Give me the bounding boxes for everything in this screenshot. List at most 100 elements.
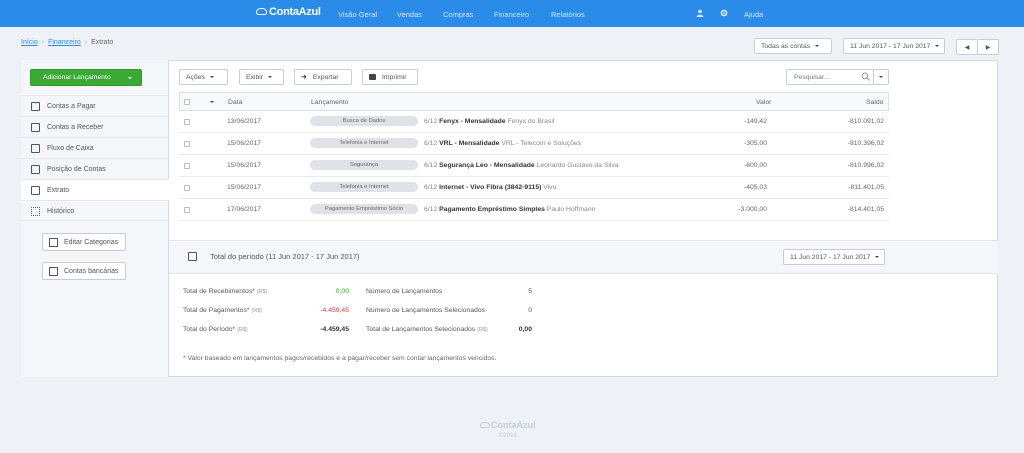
date-range-picker[interactable]: 11 Jun 2017 - 17 Jun 2017 [843, 38, 945, 54]
column-header-value[interactable]: Valor [756, 99, 771, 106]
footer-logo: ContaAzul [480, 420, 536, 430]
row-balance: -810.396,02 [847, 140, 884, 147]
summary-footnote: * Valor baseado em lançamentos pagos/rec… [183, 355, 497, 362]
cashflow-icon [31, 144, 40, 153]
sidebar-item-fluxo-de-caixa[interactable]: Fluxo de Caixa [21, 137, 169, 158]
print-button[interactable]: Imprimir [362, 69, 418, 85]
selected-total-value: 0,00 [518, 326, 532, 333]
nav-vendas[interactable]: Vendas [397, 10, 422, 19]
row-description[interactable]: 6/12 VRL - Mensalidade VRL - Telecom e S… [424, 140, 581, 147]
top-navbar: ContaAzul Visão Geral Vendas Compras Fin… [0, 0, 1024, 27]
entries-count-value: 5 [528, 288, 532, 295]
calculator-icon [188, 252, 197, 261]
table-row[interactable]: 15/06/2017 Telefonia e Internet 6/12 Int… [179, 177, 889, 199]
cloud-logo-icon [480, 422, 490, 428]
history-icon [31, 207, 40, 216]
breadcrumb-separator: › [41, 39, 45, 46]
table-row[interactable]: 15/06/2017 Segurança 6/12 Segurança Leo … [179, 155, 889, 177]
search-options-dropdown[interactable] [873, 69, 889, 85]
chevron-right-icon: ▶ [985, 45, 991, 51]
table-row[interactable]: 17/06/2017 Pagamento Empréstimo Sócio 6/… [179, 199, 889, 221]
row-checkbox[interactable] [184, 141, 190, 147]
summary-title: Total do período (11 Jun 2017 - 17 Jun 2… [210, 252, 360, 261]
statement-icon [31, 186, 40, 195]
category-tag: Telefonia e Internet [310, 182, 418, 192]
selected-count-label: Número de Lançamentos Selecionados [366, 307, 486, 314]
search-box[interactable] [786, 69, 874, 85]
select-all-checkbox[interactable] [184, 99, 190, 105]
chevron-down-icon [268, 76, 272, 78]
chevron-down-icon [815, 45, 820, 47]
add-entry-button[interactable]: Adicionar Lançamento [30, 69, 142, 86]
column-header-entry[interactable]: Lançamento [311, 99, 348, 106]
receipts-label: Total de Recebimentos* (R$) [183, 288, 268, 295]
chevron-down-icon [128, 77, 132, 79]
nav-compras[interactable]: Compras [443, 10, 473, 19]
row-date: 15/06/2017 [227, 184, 262, 191]
payable-icon [31, 102, 40, 111]
sidebar-item-posicao-de-contas[interactable]: Posição de Contas [21, 158, 169, 179]
next-period-button[interactable]: ▶ [977, 39, 999, 55]
printer-icon [369, 74, 376, 80]
edit-categories-button[interactable]: Editar Categorias [42, 233, 126, 251]
period-total-label: Total do Período* (R$) [183, 326, 248, 333]
row-checkbox[interactable] [184, 185, 190, 191]
row-description[interactable]: 6/12 Fenyx - Mensalidade Fenyx do Brasil [424, 118, 554, 125]
search-input[interactable] [787, 70, 857, 84]
nav-relatorios[interactable]: Relatórios [551, 10, 585, 19]
selected-count-value: 0 [528, 307, 532, 314]
sidebar-item-historico[interactable]: Histórico [21, 200, 169, 221]
actions-dropdown[interactable]: Ações [179, 69, 228, 85]
row-description[interactable]: 6/12 Segurança Leo - Mensalidade Leonard… [424, 162, 619, 169]
row-value: -405,03 [743, 184, 767, 191]
row-value: -149,42 [743, 118, 767, 125]
bank-accounts-icon [49, 267, 58, 276]
nav-visao-geral[interactable]: Visão Geral [338, 10, 377, 19]
brand-logo[interactable]: ContaAzul [256, 6, 321, 18]
table-row[interactable]: 13/06/2017 Busca de Dados 6/12 Fenyx - M… [179, 111, 889, 133]
column-header-date[interactable]: Data [228, 99, 242, 106]
user-icon[interactable] [696, 9, 704, 17]
summary-date-range-picker[interactable]: 11 Jun 2017 - 17 Jun 2017 [783, 249, 885, 265]
row-balance: -810.996,02 [847, 162, 884, 169]
previous-period-button[interactable]: ◀ [956, 39, 978, 55]
row-description[interactable]: 6/12 Internet - Vivo Fibra (3842-9115) V… [424, 184, 556, 191]
export-arrow-icon: ➜ [301, 74, 307, 81]
gear-icon[interactable] [720, 9, 728, 17]
show-dropdown[interactable]: Exibir [239, 69, 284, 85]
entries-count-label: Número de Lançamentos [366, 288, 443, 295]
row-value: -3.000,00 [738, 206, 767, 213]
row-checkbox[interactable] [184, 207, 190, 213]
help-link[interactable]: Ajuda [744, 10, 763, 19]
breadcrumb-financeiro[interactable]: Financeiro [48, 39, 81, 46]
sidebar-item-contas-a-receber[interactable]: Contas a Receber [21, 116, 169, 137]
payments-value: -4.459,45 [320, 307, 349, 314]
categories-icon [49, 238, 58, 247]
sidebar-item-contas-a-pagar[interactable]: Contas a Pagar [21, 95, 169, 116]
nav-financeiro[interactable]: Financeiro [494, 10, 529, 19]
table-row[interactable]: 15/06/2017 Telefonia e Internet 6/12 VRL… [179, 133, 889, 155]
accounts-position-icon [31, 165, 40, 174]
breadcrumb-inicio[interactable]: Início [21, 39, 38, 46]
sort-arrow-icon[interactable] [210, 101, 214, 103]
row-checkbox[interactable] [184, 119, 190, 125]
row-balance: -810.091,02 [847, 118, 884, 125]
row-balance: -814.401,05 [847, 206, 884, 213]
row-description[interactable]: 6/12 Pagamento Empréstimo Simples Paulo … [424, 206, 595, 213]
export-button[interactable]: ➜ Exportar [294, 69, 352, 85]
search-icon[interactable] [861, 72, 870, 83]
receivable-icon [31, 123, 40, 132]
row-date: 15/06/2017 [227, 162, 262, 169]
receipts-value: 0,00 [335, 288, 349, 295]
footer-copyright: ©2016 [499, 433, 517, 439]
chevron-down-icon [875, 256, 880, 258]
category-tag: Busca de Dados [310, 116, 418, 126]
row-checkbox[interactable] [184, 163, 190, 169]
column-header-balance[interactable]: Saldo [866, 99, 883, 106]
chevron-down-icon [879, 76, 883, 78]
sidebar-item-extrato[interactable]: Extrato [21, 179, 169, 200]
bank-accounts-button[interactable]: Contas bancárias [42, 262, 126, 280]
accounts-select[interactable]: Todas as contas [754, 38, 832, 54]
row-value: -600,00 [743, 162, 767, 169]
table-header: Data Lançamento Valor Saldo [179, 92, 889, 111]
